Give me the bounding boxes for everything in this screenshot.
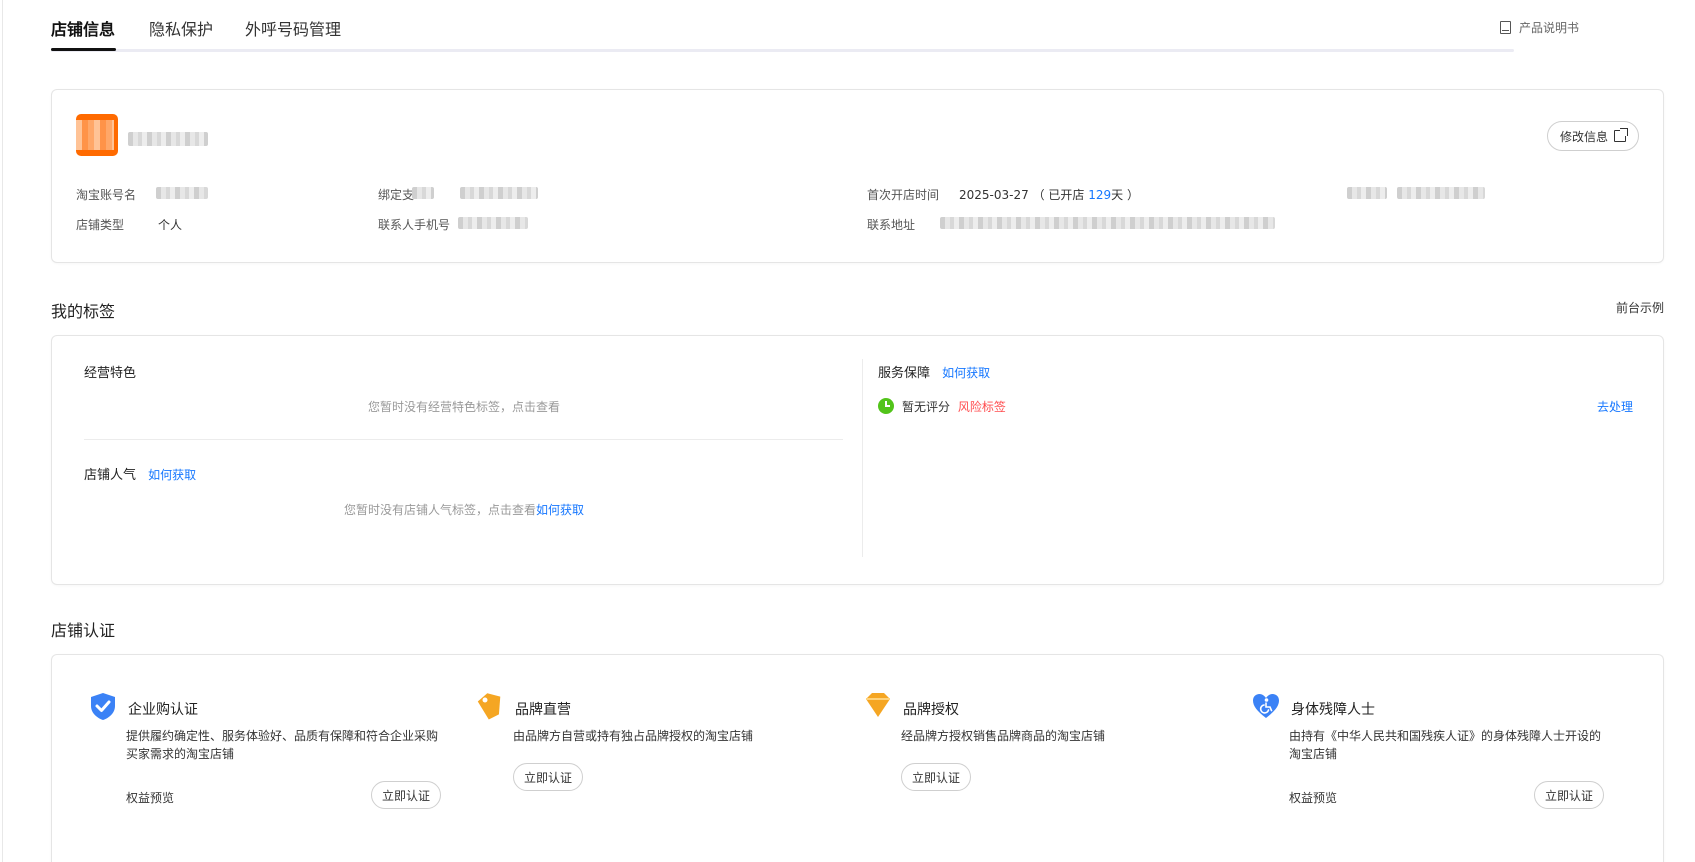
service-title-text: 服务保障	[878, 366, 931, 381]
popularity-how-link[interactable]: 如何获取	[148, 468, 196, 482]
book-icon	[1499, 21, 1511, 34]
shop-name-redacted	[128, 132, 208, 146]
shop-logo	[76, 114, 118, 156]
external-link-icon	[1614, 128, 1628, 142]
contact-phone-redacted	[458, 217, 528, 229]
cert-disabled-button[interactable]: 立即认证	[1534, 781, 1605, 809]
cert-disabled-desc: 由持有《中华人民共和国残疾人证》的身体残障人士开设的淘宝店铺	[1289, 729, 1602, 761]
first-open-label: 首次开店时间	[867, 188, 940, 202]
cert-brand-authorized-title: 品牌授权	[903, 702, 959, 718]
popularity-title: 店铺人气 如何获取	[84, 464, 196, 483]
product-manual-label: 产品说明书	[1518, 21, 1579, 35]
product-manual-link[interactable]: 产品说明书	[1499, 19, 1579, 36]
business-features-empty[interactable]: 您暂时没有经营特色标签，点击查看	[368, 398, 560, 415]
open-days-suffix: 天 ）	[1111, 188, 1139, 202]
handle-link[interactable]: 去处理	[1597, 398, 1633, 415]
popularity-title-text: 店铺人气	[84, 468, 137, 483]
extra-info-redacted-2	[1397, 187, 1485, 199]
bind-alipay-label: 绑定支	[378, 188, 415, 202]
left-border	[2, 0, 3, 862]
left-divider	[84, 439, 843, 440]
cert-enterprise-title: 企业购认证	[128, 702, 198, 718]
first-open-date: 2025-03-27	[959, 188, 1029, 202]
column-divider	[862, 359, 863, 557]
certification-title: 店铺认证	[51, 621, 116, 640]
tab-privacy[interactable]: 隐私保护	[149, 16, 213, 40]
service-how-link[interactable]: 如何获取	[942, 366, 990, 380]
cert-disabled-title: 身体残障人士	[1291, 702, 1375, 718]
risk-tag[interactable]: 风险标签	[958, 400, 1006, 414]
cert-brand-direct-desc: 由品牌方自营或持有独占品牌授权的淘宝店铺	[513, 729, 754, 743]
certification-card: 企业购认证 提供履约确定性、服务体验好、品质有保障和符合企业采购买家需求的淘宝店…	[51, 654, 1664, 862]
contact-phone-label: 联系人手机号	[378, 218, 451, 232]
shop-info-card: 修改信息 淘宝账号名 店铺类型 个人 绑定支 联系人手机号 首次开店时间 202…	[51, 89, 1664, 263]
tags-card: 经营特色 您暂时没有经营特色标签，点击查看 店铺人气 如何获取 您暂时没有店铺人…	[51, 335, 1664, 585]
brand-tag-icon	[477, 693, 501, 720]
tab-track	[51, 49, 1514, 52]
tab-shop-info[interactable]: 店铺信息	[51, 16, 115, 40]
popularity-empty: 您暂时没有店铺人气标签，点击查看如何获取	[344, 501, 584, 518]
open-days-count: 129	[1088, 188, 1112, 202]
cert-enterprise-desc: 提供履约确定性、服务体验好、品质有保障和符合企业采购买家需求的淘宝店铺	[126, 729, 439, 761]
bind-redacted-2	[460, 187, 538, 199]
tab-active-indicator	[51, 48, 116, 51]
tab-bar: 店铺信息 隐私保护 外呼号码管理 产品说明书	[51, 0, 1611, 52]
front-example-link[interactable]: 前台示例	[1616, 299, 1664, 316]
cert-brand-direct-button[interactable]: 立即认证	[513, 763, 584, 791]
address-redacted	[940, 217, 1275, 229]
shop-type-label: 店铺类型	[76, 218, 125, 232]
tab-outbound-numbers[interactable]: 外呼号码管理	[245, 16, 341, 40]
heart-accessibility-icon	[1253, 694, 1279, 718]
my-tags-title: 我的标签	[51, 302, 116, 321]
edit-info-button[interactable]: 修改信息	[1546, 121, 1639, 151]
clock-icon	[878, 398, 894, 414]
shop-type-value: 个人	[158, 218, 183, 232]
service-status: 暂无评分 风险标签	[902, 398, 1006, 415]
cert-enterprise-button[interactable]: 立即认证	[371, 781, 442, 809]
business-features-title: 经营特色	[84, 366, 137, 381]
shield-check-icon	[91, 693, 115, 720]
popularity-empty-link[interactable]: 如何获取	[536, 503, 584, 517]
extra-info-redacted-1	[1347, 187, 1387, 199]
cert-disabled-benefit[interactable]: 权益预览	[1289, 789, 1337, 806]
service-status-text: 暂无评分	[902, 400, 951, 414]
service-guarantee-title: 服务保障 如何获取	[878, 362, 990, 381]
popularity-empty-text: 您暂时没有店铺人气标签，点击查看	[344, 503, 537, 517]
open-days-prefix: （ 已开店	[1032, 188, 1089, 202]
cert-brand-direct-title: 品牌直营	[515, 702, 571, 718]
edit-info-label: 修改信息	[1559, 129, 1608, 144]
cert-brand-authorized-button[interactable]: 立即认证	[901, 763, 972, 791]
bind-redacted-1	[412, 187, 434, 199]
cert-brand-authorized-desc: 经品牌方授权销售品牌商品的淘宝店铺	[901, 729, 1106, 743]
taobao-account-redacted	[156, 187, 208, 199]
first-open-value: 2025-03-27 （ 已开店 129天 ）	[959, 186, 1139, 203]
diamond-badge-icon	[866, 693, 890, 717]
cert-enterprise-benefit[interactable]: 权益预览	[126, 789, 174, 806]
address-label: 联系地址	[867, 218, 916, 232]
taobao-account-label: 淘宝账号名	[76, 188, 137, 202]
